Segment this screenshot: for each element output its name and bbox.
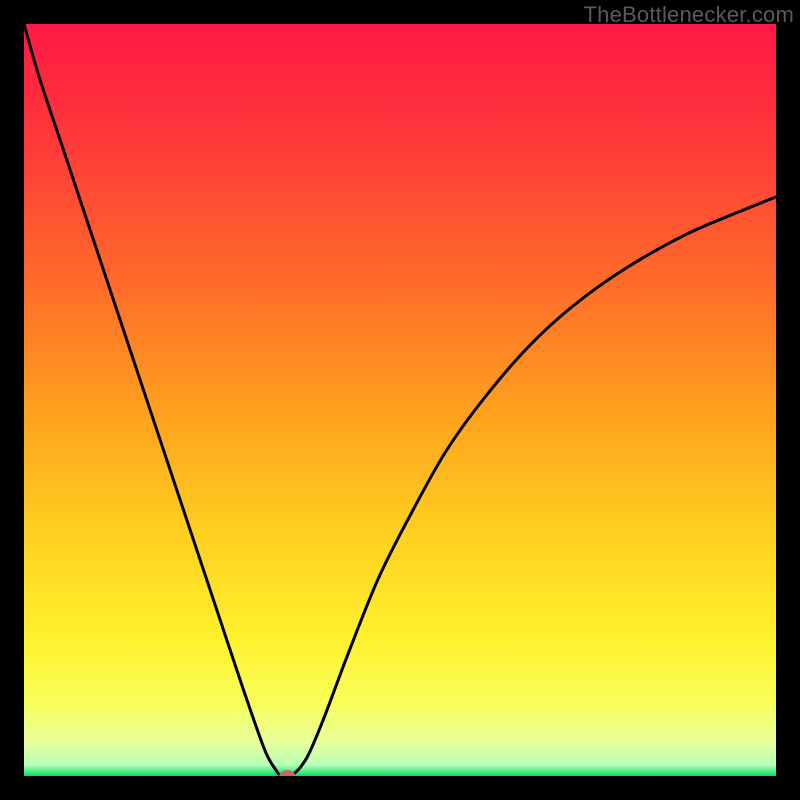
- plot-area: [24, 24, 776, 776]
- chart-frame: TheBottlenecker.com: [0, 0, 800, 800]
- watermark-text: TheBottlenecker.com: [584, 2, 794, 28]
- chart-svg: [24, 24, 776, 776]
- gradient-background: [24, 24, 776, 776]
